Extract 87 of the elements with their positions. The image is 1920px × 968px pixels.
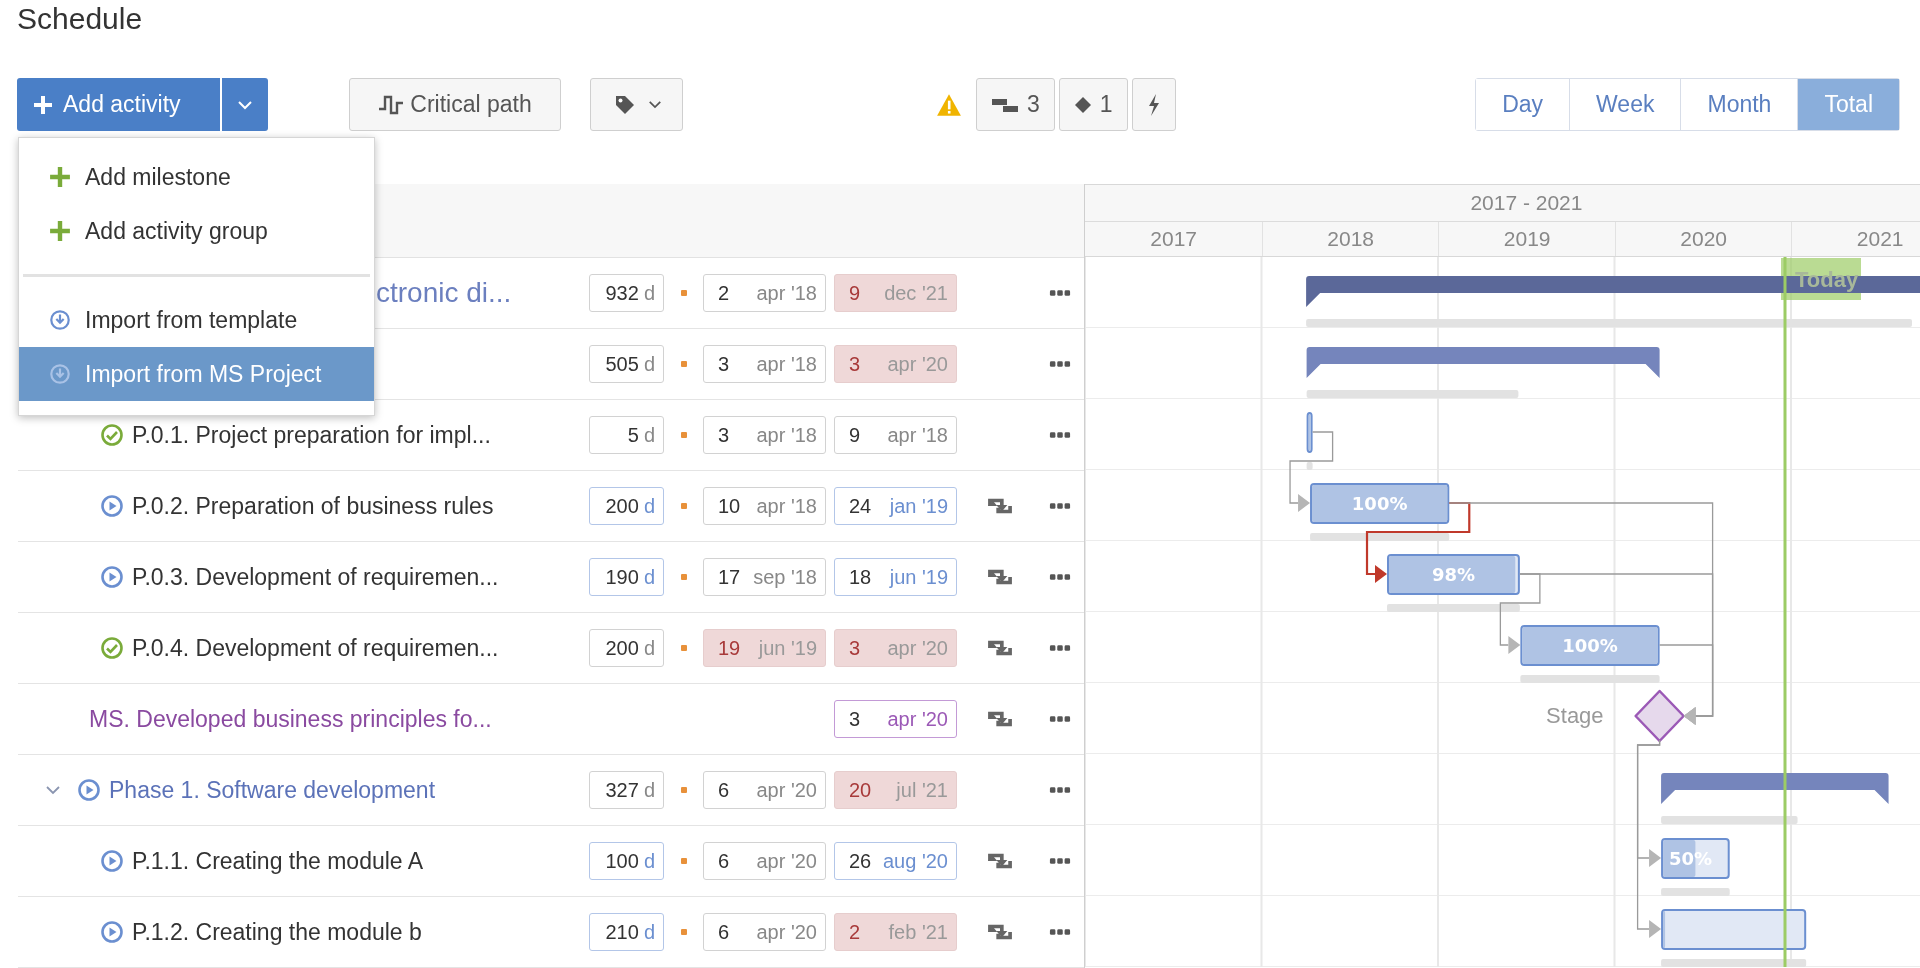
more-icon[interactable] [1048,289,1071,297]
more-icon[interactable] [1048,857,1071,865]
activity-name[interactable]: P.0.1. Project preparation for impl... [132,421,491,449]
timeline-range: 2017 - 2021 [1085,185,1920,222]
end-date-field[interactable]: 24 jan '19 [834,487,957,525]
more-icon[interactable] [1048,786,1071,794]
year-label: 2017 [1149,226,1199,252]
diamond-icon [1073,95,1092,114]
activity-name[interactable]: P.1.1. Creating the module A [132,847,424,875]
more-icon[interactable] [1048,431,1071,439]
page-title: Schedule [16,1,144,37]
progress-label: 100% [1562,635,1619,656]
end-date-field[interactable]: 9 dec '21 [834,274,957,312]
caret-icon [237,99,253,110]
year-label: 2019 [1438,222,1615,256]
duration-field[interactable]: 190 d [589,558,664,596]
dropdown-button[interactable] [222,78,268,132]
task-bar[interactable] [1661,909,1807,950]
start-date-field[interactable]: 6 apr '20 [703,842,826,880]
more-icon[interactable] [1048,644,1071,652]
flash-button[interactable] [1131,78,1176,132]
end-date-field[interactable]: 9 apr '18 [834,416,957,454]
activity-name[interactable]: MS. Developed business principles fo... [89,705,492,733]
task-bar[interactable] [1661,838,1731,879]
year-label: 2021 [1791,222,1920,256]
activity-name[interactable]: ctronic di... [376,277,512,309]
end-date-field[interactable]: 3 apr '20 [834,700,957,738]
step-line-icon [378,93,405,116]
start-date-field[interactable]: 10 apr '18 [703,487,826,525]
duration-field[interactable]: 210 d [589,913,664,951]
year-label: 2020 [1614,222,1792,256]
start-date-field[interactable]: 3 apr '18 [703,416,826,454]
bars-icon [991,96,1019,113]
download-icon [49,363,71,385]
activity-name[interactable]: P.0.3. Development of requiremen... [132,563,499,591]
more-icon[interactable] [1048,573,1071,581]
start-date-field[interactable]: 3 apr '18 [703,345,826,383]
summary-bar[interactable] [1307,347,1661,378]
caret-icon [647,100,662,110]
more-icon[interactable] [1048,715,1071,723]
end-date-field[interactable]: 18 jun '19 [834,558,957,596]
start-date-field[interactable]: 6 apr '20 [703,771,826,809]
menu-item[interactable]: Import from template [19,293,374,347]
progress-label: 98% [1432,564,1476,585]
expand-caret-icon[interactable] [45,785,61,795]
plus-icon [49,166,71,188]
duration-field[interactable]: 200 d [589,487,664,525]
menu-item[interactable]: Add activity group [19,204,374,258]
end-date-field[interactable]: 3 apr '20 [834,629,957,667]
duration-field[interactable]: 932 d [589,274,664,312]
end-date-field[interactable]: 20 jul '21 [834,771,957,809]
activity-name[interactable]: P.0.2. Preparation of business rules [132,492,494,520]
end-date-field[interactable]: 3 apr '20 [834,345,957,383]
year-label: 2018 [1261,222,1439,256]
milestone-label: Stage [1546,703,1605,728]
start-date-field[interactable]: 2 apr '18 [703,274,826,312]
duration-field[interactable]: 5 d [589,416,664,454]
end-date-field[interactable]: 26 aug '20 [834,842,957,880]
start-date-field[interactable]: 17 sep '18 [703,558,826,596]
warning-icon [936,92,962,117]
start-date-field[interactable]: 6 apr '20 [703,913,826,951]
activity-name[interactable]: P.1.2. Creating the module b [132,918,422,946]
add-activity-button[interactable]: Add activity [17,78,220,132]
progress-label: 100% [1352,493,1408,514]
plus-icon [33,94,53,115]
more-icon[interactable] [1048,360,1071,368]
plus-icon [49,220,71,242]
end-date-field[interactable]: 2 feb '21 [834,913,957,951]
download-icon [49,309,71,331]
activity-name[interactable]: Phase 1. Software development [109,776,436,804]
duration-field[interactable]: 505 d [589,345,664,383]
lightning-icon [1146,92,1161,117]
duration-field[interactable]: 100 d [589,842,664,880]
more-icon[interactable] [1048,928,1071,936]
milestone-count-button[interactable]: 1 [1058,78,1128,132]
critical-path-button[interactable]: Critical path [349,78,561,132]
more-icon[interactable] [1048,502,1071,510]
duration-field[interactable]: 200 d [589,629,664,667]
progress-label: 50% [1669,848,1713,869]
summary-bar[interactable] [1661,773,1889,804]
start-date-field[interactable]: 19 jun '19 [703,629,826,667]
bar-count-button[interactable]: 3 [976,78,1055,132]
tag-filter-button[interactable] [590,78,683,132]
duration-field[interactable]: 327 d [589,771,664,809]
milestone-diamond[interactable] [1634,689,1686,743]
activity-name[interactable]: P.0.4. Development of requiremen... [132,634,499,662]
menu-item[interactable]: Add milestone [19,150,374,204]
